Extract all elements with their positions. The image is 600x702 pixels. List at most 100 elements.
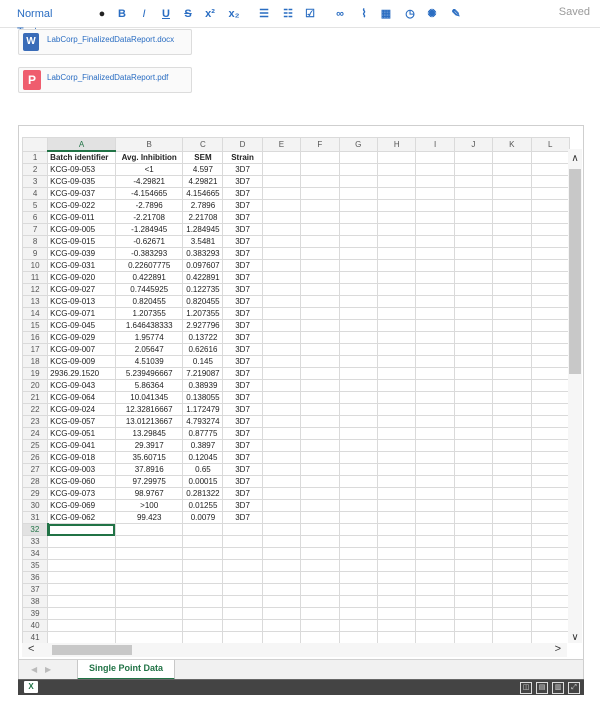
cell[interactable] xyxy=(415,487,455,500)
cell[interactable]: KCG-09-060 xyxy=(47,475,116,488)
cell[interactable] xyxy=(338,475,379,488)
cell[interactable] xyxy=(530,403,570,416)
row-header[interactable]: 2 xyxy=(22,163,49,176)
cell[interactable] xyxy=(377,295,417,308)
cell[interactable]: KCG-09-020 xyxy=(47,271,116,284)
numbered-list-icon[interactable]: ☰ xyxy=(256,5,272,23)
cell[interactable] xyxy=(453,511,494,524)
column-header-f[interactable]: F xyxy=(300,137,340,152)
cell[interactable]: 2.21708 xyxy=(182,211,224,224)
column-header-g[interactable]: G xyxy=(338,137,379,152)
row-header[interactable]: 6 xyxy=(22,211,49,224)
cell[interactable] xyxy=(338,451,379,464)
cell[interactable] xyxy=(415,343,455,356)
cell[interactable] xyxy=(338,319,379,332)
cell[interactable]: 0.01255 xyxy=(182,499,224,512)
row-header[interactable]: 41 xyxy=(22,631,49,643)
cell[interactable] xyxy=(415,331,455,344)
cell[interactable]: 0.0079 xyxy=(182,511,224,524)
cell[interactable] xyxy=(530,199,570,212)
cell[interactable]: 1.646438333 xyxy=(114,319,184,332)
fullscreen-icon[interactable]: ⤢ xyxy=(568,682,580,694)
cell[interactable] xyxy=(377,259,417,272)
cell[interactable] xyxy=(453,163,494,176)
row-header[interactable]: 14 xyxy=(22,307,49,320)
cell[interactable] xyxy=(338,583,379,596)
cell[interactable] xyxy=(182,535,224,548)
cell[interactable] xyxy=(300,295,340,308)
cell[interactable] xyxy=(377,307,417,320)
cell[interactable] xyxy=(338,379,379,392)
cell[interactable] xyxy=(261,331,302,344)
cell[interactable] xyxy=(415,619,455,632)
cell[interactable] xyxy=(114,595,184,608)
cell[interactable] xyxy=(300,523,340,536)
cell[interactable] xyxy=(530,367,570,380)
cell[interactable] xyxy=(338,331,379,344)
cell[interactable] xyxy=(222,595,263,608)
cell[interactable] xyxy=(300,319,340,332)
cell[interactable] xyxy=(338,187,379,200)
cell[interactable] xyxy=(415,319,455,332)
cell[interactable]: 3D7 xyxy=(222,163,263,176)
cell[interactable] xyxy=(338,235,379,248)
cell[interactable] xyxy=(453,319,494,332)
cell[interactable] xyxy=(338,547,379,560)
cell[interactable] xyxy=(530,355,570,368)
cell[interactable] xyxy=(261,607,302,620)
cell[interactable] xyxy=(261,259,302,272)
cell[interactable]: 3D7 xyxy=(222,211,263,224)
cell[interactable] xyxy=(453,535,494,548)
cell[interactable] xyxy=(377,367,417,380)
cell[interactable] xyxy=(182,559,224,572)
cell[interactable] xyxy=(377,571,417,584)
column-header-h[interactable]: H xyxy=(377,137,417,152)
row-header[interactable]: 17 xyxy=(22,343,49,356)
cell[interactable] xyxy=(415,523,455,536)
cell[interactable]: KCG-09-037 xyxy=(47,187,116,200)
cell[interactable] xyxy=(530,607,570,620)
cell[interactable]: KCG-09-062 xyxy=(47,511,116,524)
cell[interactable] xyxy=(300,487,340,500)
column-header-a[interactable]: A xyxy=(47,137,116,152)
cell[interactable] xyxy=(300,163,340,176)
cell[interactable] xyxy=(182,523,224,536)
cell[interactable] xyxy=(47,535,116,548)
cell[interactable] xyxy=(261,319,302,332)
cell[interactable]: 0.62616 xyxy=(182,343,224,356)
cell[interactable]: 3D7 xyxy=(222,319,263,332)
cell[interactable] xyxy=(377,331,417,344)
cell[interactable] xyxy=(377,619,417,632)
scroll-down-icon[interactable]: ∨ xyxy=(568,632,582,643)
cell[interactable]: -4.154665 xyxy=(114,187,184,200)
cell[interactable]: 0.38939 xyxy=(182,379,224,392)
cell[interactable]: 1.207355 xyxy=(182,307,224,320)
cell[interactable] xyxy=(530,247,570,260)
cell[interactable] xyxy=(300,235,340,248)
cell[interactable] xyxy=(47,547,116,560)
cell[interactable] xyxy=(530,499,570,512)
cell[interactable] xyxy=(530,595,570,608)
cell[interactable]: KCG-09-005 xyxy=(47,223,116,236)
cell[interactable]: 3D7 xyxy=(222,343,263,356)
cell[interactable]: 3D7 xyxy=(222,187,263,200)
cell[interactable]: 0.7445925 xyxy=(114,283,184,296)
cell[interactable]: 0.281322 xyxy=(182,487,224,500)
cell[interactable] xyxy=(453,379,494,392)
cell[interactable] xyxy=(300,427,340,440)
row-header[interactable]: 34 xyxy=(22,547,49,560)
cell[interactable] xyxy=(377,631,417,643)
row-header[interactable]: 30 xyxy=(22,499,49,512)
cell[interactable]: 4.793274 xyxy=(182,415,224,428)
cell[interactable]: 0.422891 xyxy=(114,271,184,284)
cell[interactable] xyxy=(300,271,340,284)
cell[interactable] xyxy=(492,595,532,608)
cell[interactable] xyxy=(492,271,532,284)
cell[interactable] xyxy=(453,247,494,260)
cell[interactable] xyxy=(530,559,570,572)
row-header[interactable]: 5 xyxy=(22,199,49,212)
cell[interactable] xyxy=(114,523,184,536)
cell[interactable] xyxy=(415,271,455,284)
cell[interactable] xyxy=(492,475,532,488)
row-header[interactable]: 13 xyxy=(22,295,49,308)
